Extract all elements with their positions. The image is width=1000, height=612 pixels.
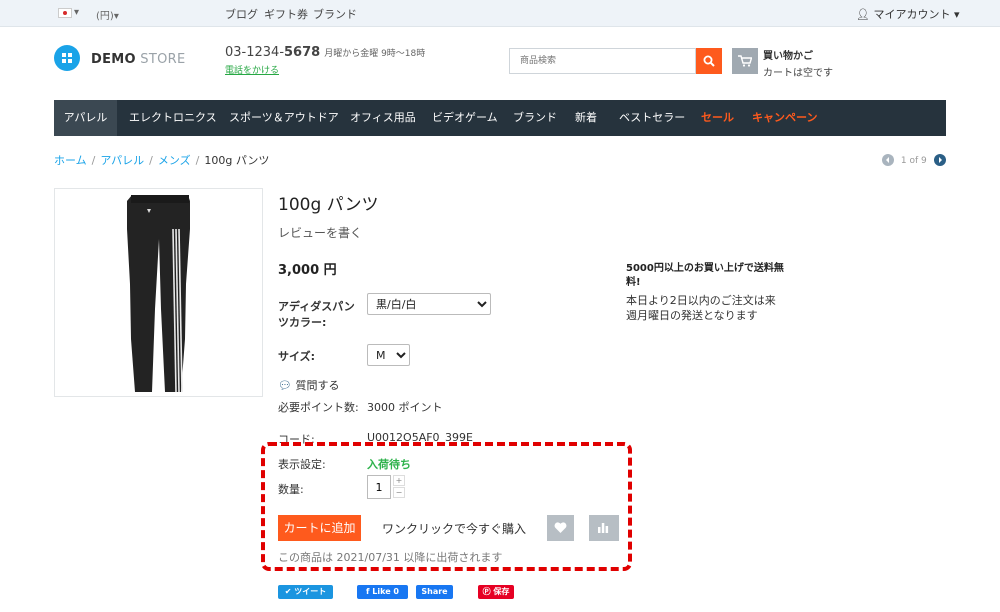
menu-item-office[interactable]: オフィス用品 [350,100,416,136]
topnav-blog[interactable]: ブログ [225,6,258,22]
pager-label: 1 of 9 [900,155,927,166]
menu-item-brand[interactable]: ブランド [513,100,557,136]
cart-title[interactable]: 買い物かご [763,47,813,62]
facebook-icon: f [365,587,370,596]
menu-item-sale[interactable]: セール [701,100,734,136]
topnav-brand[interactable]: ブランド [313,6,357,22]
breadcrumb: ホーム / アパレル / メンズ / 100g パンツ [54,152,269,168]
currency-selector[interactable]: (円)▾ [96,7,119,22]
like-label: Like 0 [372,587,399,596]
menu-item-new[interactable]: 新着 [575,100,597,136]
promo-body: 本日より2日以内のご注文は来週月曜日の発送となります [626,294,776,322]
facebook-like-button[interactable]: f Like 0 [357,585,408,599]
breadcrumb-home[interactable]: ホーム [54,154,87,167]
pinterest-icon: Ⓟ [482,587,491,596]
phone-prefix: 03-1234- [225,45,285,60]
product-price: 3,000 円 [278,263,337,278]
points-label: 必要ポイント数: [278,401,359,414]
ask-question-link[interactable]: 💬︎ 質問する [278,377,339,393]
japan-flag-icon[interactable] [58,8,72,18]
write-review-link[interactable]: レビューを書く [278,224,362,241]
chevron-down-icon: ▾ [953,8,960,21]
pants-image [127,195,190,393]
product-image[interactable] [54,188,263,397]
chat-icon: 💬︎ [278,379,292,392]
top-bar: ▾ (円)▾ ブログ ギフト券 ブランド 👤︎ マイアカウント ▾ [0,0,1000,27]
business-hours: 月曜から金曜 9時～18時 [324,49,426,59]
menu-item-video-games[interactable]: ビデオゲーム [432,100,498,136]
points-value: 3000 ポイント [367,401,443,414]
twitter-icon: ✔ [284,587,292,596]
facebook-share-button[interactable]: Share [416,585,453,599]
menu-item-bestseller[interactable]: ベストセラー [619,100,685,136]
user-icon: 👤︎ [856,8,870,21]
tweet-button[interactable]: ✔ ツイート [278,585,333,599]
save-label: 保存 [493,587,510,596]
phone-number: 03-1234-5678 月曜から金曜 9時～18時 [225,45,425,60]
size-label: サイズ: [278,350,316,363]
account-label: マイアカウント [873,8,951,21]
menu-item-electronics[interactable]: エレクトロニクス [129,100,217,136]
currency-label: (円) [96,11,114,22]
size-select[interactable]: M [367,344,410,366]
logo-light: STORE [140,52,186,67]
cart-icon [738,55,752,67]
menu-item-sports[interactable]: スポーツ＆アウトドア [229,100,339,136]
color-label: アディダスパン [278,300,355,313]
breadcrumb-separator: / [91,154,96,167]
product-pager: 1 of 9 [882,154,946,166]
ask-question-label: 質問する [295,379,340,392]
search-input[interactable] [509,48,696,74]
promo-title: 5000円以上のお買い上げで送料無料! [626,263,784,288]
logo-icon[interactable] [54,45,80,71]
topnav-gift[interactable]: ギフト券 [264,6,308,22]
callback-link[interactable]: 電話をかける [225,63,279,76]
breadcrumb-mens[interactable]: メンズ [158,154,191,167]
phone-bold: 5678 [284,45,321,60]
breadcrumb-apparel[interactable]: アパレル [100,154,144,167]
cart-button[interactable] [732,48,758,74]
breadcrumb-separator: / [149,154,153,167]
search-button[interactable] [696,48,722,74]
breadcrumb-current: 100g パンツ [204,154,270,167]
tweet-label: ツイート [294,587,327,596]
search-icon [703,55,715,67]
pinterest-save-button[interactable]: Ⓟ 保存 [478,585,514,599]
chevron-down-icon[interactable]: ▾ [74,7,79,18]
cart-status: カートは空です [763,68,833,79]
menu-item-campaign[interactable]: キャンペーン [752,100,817,136]
main-menu: アパレル エレクトロニクス スポーツ＆アウトドア オフィス用品 ビデオゲーム ブ… [54,100,946,136]
prev-arrow-icon[interactable] [882,154,894,166]
breadcrumb-separator: / [195,154,200,167]
next-arrow-icon[interactable] [933,154,946,166]
logo-bold: DEMO [91,52,136,67]
color-select[interactable]: 黒/白/白 [367,293,491,315]
menu-item-apparel[interactable]: アパレル [54,100,117,136]
highlight-box [261,442,632,571]
color-label-line2: ツカラー: [278,316,327,329]
product-title: 100g パンツ [278,195,379,215]
account-menu[interactable]: 👤︎ マイアカウント ▾ [856,6,960,22]
logo[interactable]: DEMO STORE [91,52,185,67]
